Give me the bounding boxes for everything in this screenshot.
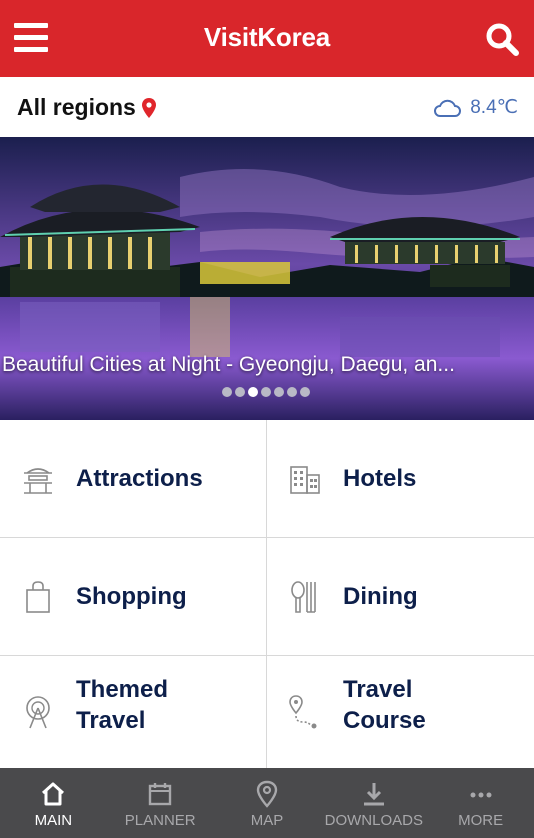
category-attractions[interactable]: Attractions [0,420,267,538]
category-label: Attractions [76,465,203,492]
category-label: Dining [343,583,418,610]
more-icon [470,792,492,798]
nav-label: MORE [458,812,504,829]
category-label-line1: Travel [343,676,413,703]
shopping-bag-icon [26,580,50,613]
hero-banner[interactable]: Beautiful Cities at Night - Gyeongju, Da… [0,137,534,420]
app-title: VisitKorea [203,22,331,52]
region-selector[interactable]: All regions [17,94,156,121]
carousel-dot[interactable] [274,387,284,397]
home-icon [42,782,65,806]
nav-label: DOWNLOADS [324,812,423,829]
category-label-line2: Travel [76,707,146,734]
category-shopping[interactable]: Shopping [0,538,267,656]
category-themed-travel[interactable]: Themed Travel [0,656,267,768]
nav-more[interactable]: MORE [427,768,534,838]
category-label-line1: Themed [76,676,169,703]
region-label: All regions [17,94,136,120]
bottom-nav: MAIN PLANNER MAP DOWNLOADS MORE [0,768,534,838]
app-header: VisitKorea [0,0,534,77]
nav-label: MAP [250,812,284,829]
category-hotels[interactable]: Hotels [267,420,534,538]
download-icon [363,783,384,806]
spoon-fork-icon [291,580,316,613]
night-pavilion-photo [0,137,534,420]
pavilion-icon [24,467,52,494]
search-button[interactable] [484,21,520,57]
category-label: Shopping [76,583,187,610]
carousel-dot[interactable] [222,387,232,397]
nav-downloads[interactable]: DOWNLOADS [320,768,427,838]
building-icon [290,465,320,494]
temperature: 8.4℃ [470,97,518,118]
nav-main[interactable]: MAIN [0,768,107,838]
category-dining[interactable]: Dining [267,538,534,656]
map-pin-icon [256,780,278,808]
category-grid: Attractions Hotels Shopping Dining Theme… [0,420,534,768]
nav-planner[interactable]: PLANNER [107,768,214,838]
region-bar: All regions 8.4℃ [0,77,534,137]
hero-caption: Beautiful Cities at Night - Gyeongju, Da… [2,353,455,376]
category-label: Hotels [343,465,417,492]
location-pin-icon [141,97,156,118]
carousel-dot[interactable] [261,387,271,397]
route-icon [289,695,317,729]
carousel-dot[interactable] [300,387,310,397]
category-label-line2: Course [343,707,426,734]
category-travel-course[interactable]: Travel Course [267,656,534,768]
carousel-dot[interactable] [287,387,297,397]
ferris-wheel-icon [26,696,50,729]
nav-map[interactable]: MAP [214,768,321,838]
nav-label: MAIN [34,812,73,829]
category-label: Travel Course [343,674,426,736]
cloud-icon [434,99,462,117]
category-label: Themed Travel [76,674,168,736]
search-icon [486,23,519,56]
carousel-dot-active[interactable] [248,387,258,397]
calendar-icon [148,783,172,806]
weather-widget: 8.4℃ [432,96,518,119]
nav-label: PLANNER [124,812,196,829]
carousel-dot[interactable] [235,387,245,397]
carousel-dots [222,387,313,397]
